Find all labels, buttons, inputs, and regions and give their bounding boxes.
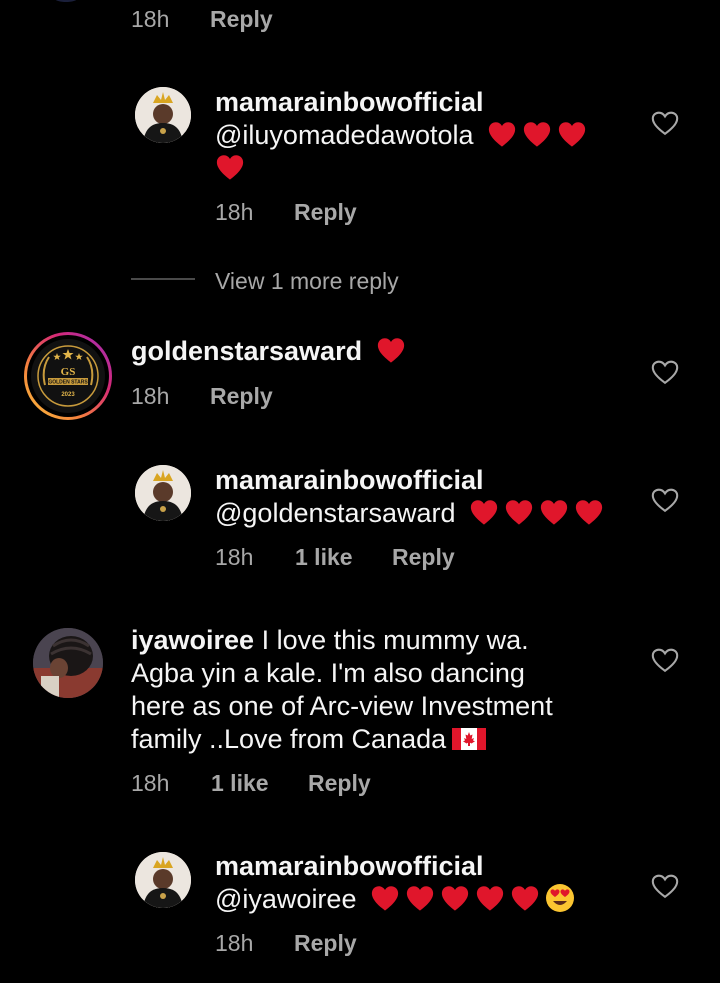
golden-stars-award-logo-icon: GS GOLDEN STARS 2023: [31, 339, 105, 413]
top-reply-button[interactable]: Reply: [210, 6, 273, 33]
red-heart-icon: [406, 886, 434, 911]
like-heart-outline-icon[interactable]: [650, 486, 680, 514]
username[interactable]: mamarainbowofficial: [215, 87, 484, 117]
heart-eyes-icon: [545, 884, 574, 912]
comment-body: mamarainbowofficial @iyawoiree: [215, 850, 635, 916]
comment-body: mamarainbowofficial @iluyomadedawotola: [215, 86, 615, 185]
red-heart-icon: [476, 886, 504, 911]
comment-body: mamarainbowofficial @goldenstarsaward: [215, 464, 635, 530]
reply-button[interactable]: Reply: [308, 770, 371, 797]
comment-time: 18h: [215, 199, 254, 225]
comment-time: 18h: [131, 383, 170, 409]
like-heart-outline-icon[interactable]: [650, 109, 680, 137]
like-heart-outline-icon[interactable]: [650, 872, 680, 900]
comment-text-line: Agba yin a kale. I'm also dancing: [131, 658, 525, 688]
view-more-replies-button[interactable]: View 1 more reply: [215, 268, 399, 295]
logo-name: GOLDEN STARS: [48, 380, 88, 386]
avatar[interactable]: [33, 628, 103, 698]
avatar[interactable]: [135, 87, 191, 143]
comment-time: 18h: [215, 930, 254, 956]
mention-link[interactable]: @iyawoiree: [215, 884, 356, 914]
profile-photo-braided-hair-icon: [33, 628, 103, 698]
red-heart-icon: [488, 122, 516, 147]
logo-year: 2023: [61, 392, 75, 398]
reply-button[interactable]: Reply: [294, 199, 357, 226]
mention-link[interactable]: @iluyomadedawotola: [215, 120, 474, 150]
likes-count-button[interactable]: 1 like: [211, 770, 269, 797]
red-heart-icon: [371, 886, 399, 911]
red-heart-icon: [505, 500, 533, 525]
logo-initials: GS: [61, 366, 76, 378]
reply-button[interactable]: Reply: [210, 383, 273, 410]
top-partial-avatar[interactable]: [46, 0, 86, 2]
like-heart-outline-icon[interactable]: [650, 646, 680, 674]
mention-link[interactable]: @goldenstarsaward: [215, 498, 456, 528]
comment-text-line: I love this mummy wa.: [261, 625, 529, 655]
username[interactable]: mamarainbowofficial: [215, 851, 484, 881]
red-heart-icon: [441, 886, 469, 911]
comment-time: 18h: [131, 770, 170, 796]
red-heart-icon: [470, 500, 498, 525]
comment-body: iyawoiree I love this mummy wa. Agba yin…: [131, 624, 631, 756]
top-time: 18h: [131, 6, 170, 32]
divider-line: [131, 278, 195, 280]
red-heart-icon: [216, 155, 244, 180]
red-heart-icon: [377, 338, 404, 363]
username[interactable]: iyawoiree: [131, 625, 254, 655]
red-heart-icon: [575, 500, 603, 525]
username[interactable]: mamarainbowofficial: [215, 465, 484, 495]
likes-count-button[interactable]: 1 like: [295, 544, 353, 571]
like-heart-outline-icon[interactable]: [650, 358, 680, 386]
canada-flag-icon: [452, 728, 487, 750]
avatar[interactable]: [135, 465, 191, 521]
reply-button[interactable]: Reply: [392, 544, 455, 571]
comment-body: goldenstarsaward: [131, 335, 611, 368]
username[interactable]: goldenstarsaward: [131, 336, 362, 366]
profile-photo-crowned-woman-icon: [135, 87, 191, 143]
comment-text-line: here as one of Arc-view Investment: [131, 691, 553, 721]
comment-time: 18h: [215, 544, 254, 570]
avatar-story-ring[interactable]: GS GOLDEN STARS 2023: [24, 332, 112, 420]
avatar[interactable]: [135, 852, 191, 908]
red-heart-icon: [558, 122, 586, 147]
reply-button[interactable]: Reply: [294, 930, 357, 957]
red-heart-icon: [523, 122, 551, 147]
profile-photo-crowned-woman-icon: [135, 852, 191, 908]
red-heart-icon: [511, 886, 539, 911]
profile-photo-crowned-woman-icon: [135, 465, 191, 521]
comment-text-line: family ..Love from Canada: [131, 724, 447, 754]
red-heart-icon: [540, 500, 568, 525]
